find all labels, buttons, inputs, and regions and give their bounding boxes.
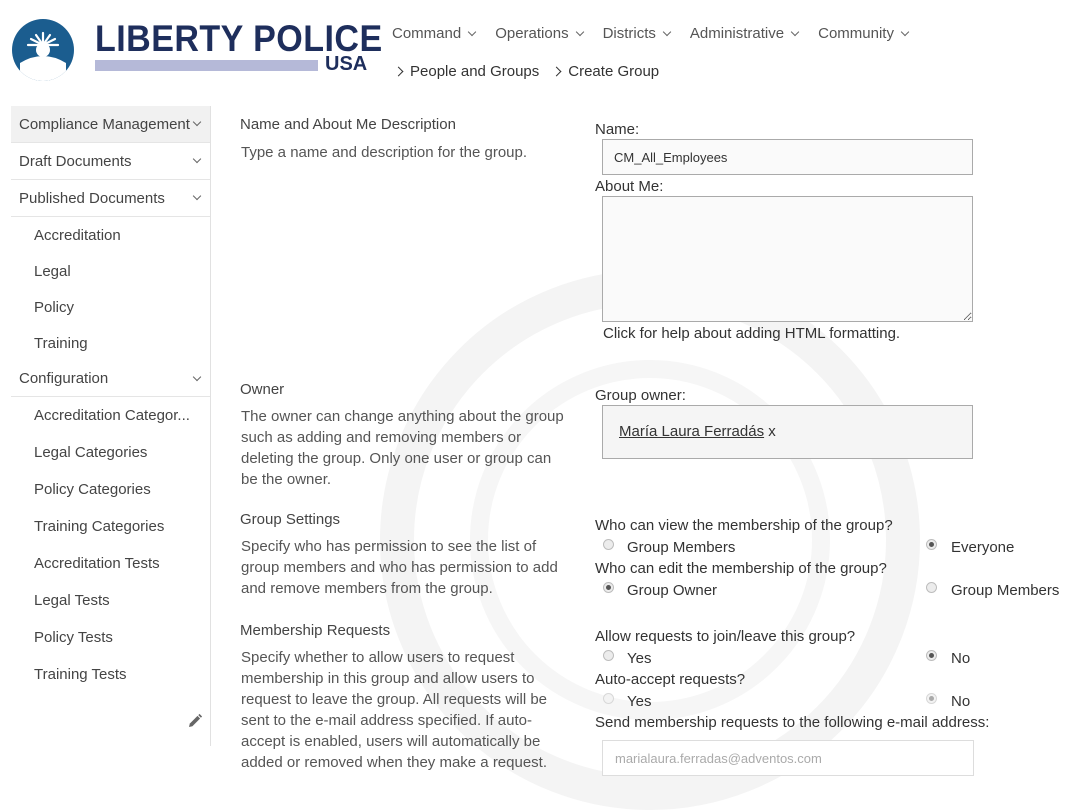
view-everyone-radio[interactable] (926, 539, 937, 550)
edit-membership-question: Who can edit the membership of the group… (595, 560, 887, 577)
sidebar-item-label: Accreditation Categor... (34, 407, 190, 424)
auto-accept-yes-label: Yes (627, 693, 652, 710)
breadcrumb-people-and-groups[interactable]: People and Groups (393, 63, 540, 80)
view-everyone-label: Everyone (951, 539, 1015, 556)
breadcrumb-label: Create Group (568, 63, 660, 80)
view-group-members-label: Group Members (627, 539, 736, 556)
sidebar-item-legal-tests[interactable]: Legal Tests (11, 582, 210, 619)
allow-requests-yes-label: Yes (627, 650, 652, 667)
view-membership-question: Who can view the membership of the group… (595, 517, 893, 534)
nav-operations[interactable]: Operations (495, 25, 584, 42)
sidebar-item-policy-categories[interactable]: Policy Categories (11, 471, 210, 508)
nav-label: Administrative (689, 25, 785, 42)
sidebar-divider (210, 106, 211, 746)
section-desc-group-settings: Specify who has permission to see the li… (241, 538, 558, 597)
top-navigation: Command Operations Districts Administrat… (392, 25, 928, 42)
nav-districts[interactable]: Districts (602, 25, 672, 42)
sidebar-item-training-tests[interactable]: Training Tests (11, 656, 210, 693)
chevron-down-icon (467, 27, 477, 36)
brand-underline (95, 60, 318, 71)
sidebar-item-legal-categories[interactable]: Legal Categories (11, 434, 210, 471)
sidebar-item-training-categories[interactable]: Training Categories (11, 508, 210, 545)
section-title-name: Name and About Me Description (240, 116, 456, 133)
sidebar-item-configuration[interactable]: Configuration (11, 361, 210, 397)
section-desc-name: Type a name and description for the grou… (241, 144, 528, 161)
html-help-link[interactable]: Click for help about adding HTML formatt… (603, 325, 900, 342)
group-owner-picker[interactable]: María Laura Ferradás x (602, 405, 973, 459)
auto-accept-no-radio[interactable] (926, 693, 937, 704)
about-me-textarea[interactable] (602, 196, 973, 322)
auto-accept-no-label: No (951, 693, 971, 710)
chevron-down-icon (662, 27, 672, 36)
email-requests-label: Send membership requests to the followin… (595, 714, 990, 731)
group-owner-label: Group owner: (595, 387, 686, 404)
edit-group-members-label: Group Members (951, 582, 1060, 599)
chevron-down-icon (900, 27, 910, 36)
sidebar-item-policy-tests[interactable]: Policy Tests (11, 619, 210, 656)
about-me-label: About Me: (595, 178, 664, 195)
name-label: Name: (595, 121, 640, 138)
sidebar-item-label: Configuration (19, 370, 109, 387)
brand-subtitle: USA (325, 53, 368, 75)
auto-accept-yes-radio[interactable] (603, 693, 614, 704)
chevron-down-icon[interactable] (192, 372, 202, 381)
sidebar-item-published-documents[interactable]: Published Documents (11, 180, 210, 217)
sidebar-item-legal[interactable]: Legal (11, 253, 210, 289)
nav-label: Districts (602, 25, 656, 42)
allow-requests-question: Allow requests to join/leave this group? (595, 628, 856, 645)
chevron-down-icon (790, 27, 800, 36)
sidebar-item-accreditation-categories[interactable]: Accreditation Categor... (11, 397, 210, 434)
section-title-membership-requests: Membership Requests (240, 622, 391, 639)
chevron-right-icon (551, 66, 562, 77)
liberty-logo-icon[interactable] (12, 19, 74, 81)
edit-group-owner-label: Group Owner (627, 582, 718, 599)
group-name-input[interactable] (602, 139, 973, 175)
edit-group-owner-radio[interactable] (603, 582, 614, 593)
sidebar-item-accreditation-tests[interactable]: Accreditation Tests (11, 545, 210, 582)
chevron-down-icon[interactable] (192, 117, 202, 127)
auto-accept-question: Auto-accept requests? (595, 671, 746, 688)
chevron-right-icon (393, 66, 404, 77)
sidebar-item-policy[interactable]: Policy (11, 289, 210, 325)
allow-requests-no-radio[interactable] (926, 650, 937, 661)
edit-group-members-radio[interactable] (926, 582, 937, 593)
request-email-input[interactable] (602, 740, 974, 776)
owner-name-link[interactable]: María Laura Ferradás (619, 423, 764, 440)
chevron-down-icon[interactable] (192, 154, 202, 164)
nav-command[interactable]: Command (392, 25, 477, 42)
nav-label: Command (392, 25, 462, 42)
sidebar-item-compliance-management[interactable]: Compliance Management (11, 106, 210, 143)
section-desc-membership-requests: Specify whether to allow users to reques… (241, 649, 548, 771)
section-title-group-settings: Group Settings (240, 511, 341, 528)
breadcrumb-label: People and Groups (410, 63, 540, 80)
nav-administrative[interactable]: Administrative (689, 25, 800, 42)
view-group-members-radio[interactable] (603, 539, 614, 550)
sidebar-item-label: Draft Documents (19, 152, 132, 170)
sidebar-item-training[interactable]: Training (11, 325, 210, 361)
chevron-down-icon (575, 27, 584, 36)
nav-community[interactable]: Community (818, 25, 910, 42)
breadcrumb: People and Groups Create Group (393, 63, 673, 80)
nav-label: Community (818, 25, 894, 42)
section-desc-owner: The owner can change anything about the … (241, 408, 564, 488)
allow-requests-no-label: No (951, 650, 971, 667)
sidebar-item-label: Published Documents (19, 189, 165, 207)
remove-owner-button[interactable]: x (768, 423, 776, 440)
allow-requests-yes-radio[interactable] (603, 650, 614, 661)
sidebar-item-label: Compliance Management (19, 115, 190, 133)
sidebar-item-draft-documents[interactable]: Draft Documents (11, 143, 210, 180)
sidebar: Compliance Management Draft Documents Pu… (11, 106, 210, 693)
pencil-icon[interactable] (186, 712, 204, 730)
section-title-owner: Owner (240, 381, 285, 398)
breadcrumb-create-group[interactable]: Create Group (551, 63, 660, 80)
nav-label: Operations (495, 25, 569, 42)
chevron-down-icon[interactable] (192, 191, 202, 201)
sidebar-item-accreditation[interactable]: Accreditation (11, 217, 210, 253)
